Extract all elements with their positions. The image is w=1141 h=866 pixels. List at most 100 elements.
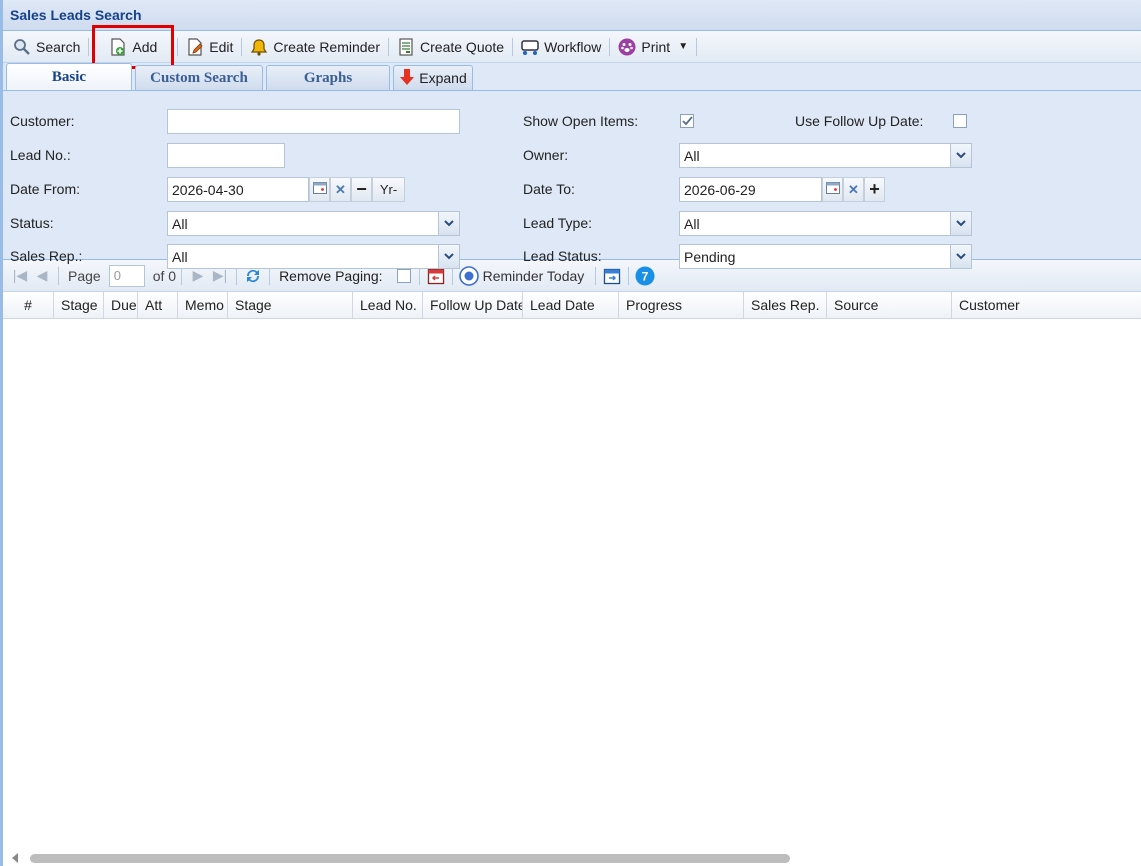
- create-quote-label: Create Quote: [420, 38, 505, 55]
- chevron-down-icon[interactable]: [438, 245, 459, 268]
- lead-no-input[interactable]: [172, 147, 280, 164]
- title-bar: Sales Leads Search: [3, 0, 1141, 31]
- use-follow-up-date-checkbox[interactable]: [953, 114, 967, 128]
- column-header[interactable]: Lead Date: [523, 292, 619, 318]
- clear-x-icon: ✕: [335, 181, 346, 197]
- customer-input[interactable]: [172, 113, 455, 130]
- date-from-clear-button[interactable]: ✕: [330, 177, 351, 202]
- use-follow-up-date-label: Use Follow Up Date:: [795, 113, 924, 129]
- column-header[interactable]: Stage: [54, 292, 104, 318]
- customer-label: Customer:: [10, 113, 75, 129]
- date-to-calendar-button[interactable]: [822, 177, 843, 202]
- help-badge-icon[interactable]: 7: [634, 265, 656, 287]
- owner-combo[interactable]: All: [679, 143, 972, 168]
- column-header[interactable]: Att: [138, 292, 178, 318]
- lead-type-combo[interactable]: All: [679, 211, 972, 236]
- radio-selected-icon[interactable]: [458, 265, 480, 287]
- toolbar-separator: [177, 37, 179, 56]
- column-header[interactable]: Memo: [178, 292, 228, 318]
- date-to-value: 2026-06-29: [684, 181, 756, 198]
- date-from-calendar-button[interactable]: [309, 177, 330, 202]
- column-header[interactable]: Stage: [228, 292, 353, 318]
- page-label: Page: [68, 267, 101, 284]
- lead-status-value: Pending: [684, 248, 736, 265]
- tab-expand-label: Expand: [419, 70, 467, 86]
- chevron-down-icon[interactable]: [950, 212, 971, 235]
- remove-paging-checkbox[interactable]: [396, 268, 411, 283]
- toolbar-separator: [269, 266, 271, 285]
- tab-graphs-label: Graphs: [303, 69, 353, 86]
- create-reminder-label: Create Reminder: [273, 38, 381, 55]
- date-from-field[interactable]: 2026-04-30: [167, 177, 309, 202]
- column-header[interactable]: Customer: [952, 292, 1141, 318]
- column-header[interactable]: Lead No.: [353, 292, 423, 318]
- toolbar-separator: [181, 266, 183, 285]
- lead-status-combo[interactable]: Pending: [679, 244, 972, 269]
- toolbar-separator: [88, 37, 90, 56]
- add-label: Add: [132, 38, 158, 55]
- checkmark-icon: [681, 113, 693, 129]
- year-minus-button[interactable]: Yr-: [372, 177, 405, 202]
- minus-icon: −: [356, 179, 367, 199]
- scroll-left-icon[interactable]: [12, 853, 18, 863]
- date-to-label: Date To:: [523, 181, 575, 197]
- first-page-icon[interactable]: |◀: [9, 265, 31, 287]
- create-reminder-button[interactable]: Create Reminder: [244, 34, 386, 60]
- edit-document-icon: [186, 37, 204, 56]
- chevron-down-icon[interactable]: [950, 245, 971, 268]
- toolbar-separator: [388, 37, 390, 56]
- calendar-icon: [825, 182, 840, 197]
- column-header[interactable]: Sales Rep.: [744, 292, 827, 318]
- column-header[interactable]: Source: [827, 292, 952, 318]
- sales-rep-combo[interactable]: All: [167, 244, 460, 269]
- search-button[interactable]: Search: [7, 34, 86, 60]
- date-from-value: 2026-04-30: [172, 181, 244, 198]
- year-minus-label: Yr-: [379, 182, 398, 197]
- customer-field[interactable]: [167, 109, 460, 134]
- add-button[interactable]: Add: [92, 24, 175, 69]
- clear-x-icon: ✕: [848, 181, 859, 197]
- print-label: Print: [641, 38, 671, 55]
- column-header[interactable]: Follow Up Date: [423, 292, 523, 318]
- workflow-button[interactable]: Workflow: [515, 34, 607, 60]
- workflow-label: Workflow: [544, 38, 602, 55]
- date-to-field[interactable]: 2026-06-29: [679, 177, 822, 202]
- date-to-plus-button[interactable]: +: [864, 177, 885, 202]
- chevron-down-icon[interactable]: [438, 212, 459, 235]
- grid-body: [3, 319, 1141, 831]
- date-from-minus-button[interactable]: −: [351, 177, 372, 202]
- reminder-today-label[interactable]: Reminder Today: [483, 268, 585, 284]
- lead-no-field[interactable]: [167, 143, 285, 168]
- previous-page-icon[interactable]: ◀: [31, 265, 53, 287]
- page-number-input[interactable]: [108, 264, 145, 287]
- chevron-down-icon[interactable]: [950, 144, 971, 167]
- page-count: of 0: [152, 267, 177, 284]
- column-header[interactable]: Due: [104, 292, 138, 318]
- scroll-thumb[interactable]: [30, 854, 790, 863]
- tab-expand[interactable]: Expand: [393, 65, 473, 90]
- tab-basic[interactable]: Basic: [6, 63, 132, 90]
- edit-button[interactable]: Edit: [180, 34, 239, 60]
- toolbar-separator: [58, 266, 59, 285]
- show-open-items-label: Show Open Items:: [523, 113, 639, 129]
- search-icon: [13, 38, 31, 56]
- show-open-items-checkbox[interactable]: [680, 114, 694, 128]
- print-button[interactable]: Print ▼: [612, 34, 694, 60]
- tab-custom-search-label: Custom Search: [150, 69, 248, 86]
- tab-graphs[interactable]: Graphs: [266, 65, 390, 90]
- create-quote-button[interactable]: Create Quote: [391, 34, 510, 60]
- date-to-clear-button[interactable]: ✕: [843, 177, 864, 202]
- sales-rep-value: All: [172, 248, 188, 265]
- window-title: Sales Leads Search: [10, 7, 142, 23]
- column-header[interactable]: #: [3, 292, 54, 318]
- add-document-icon: [109, 37, 127, 56]
- toolbar-separator: [609, 37, 611, 56]
- arrow-down-icon: [399, 68, 415, 89]
- horizontal-scrollbar[interactable]: [6, 852, 1141, 864]
- tab-custom-search[interactable]: Custom Search: [135, 65, 263, 90]
- owner-label: Owner:: [523, 147, 569, 163]
- calendar-forward-icon[interactable]: [601, 265, 623, 287]
- toolbar-separator: [241, 37, 243, 56]
- column-header[interactable]: Progress: [619, 292, 744, 318]
- status-combo[interactable]: All: [167, 211, 460, 236]
